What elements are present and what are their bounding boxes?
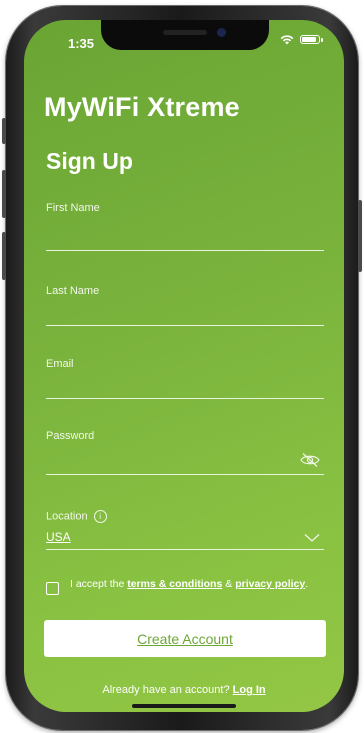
location-field[interactable]: Location i USA (46, 510, 324, 552)
app-title: MyWiFi Xtreme (44, 92, 240, 122)
first-name-input[interactable] (46, 226, 324, 250)
home-indicator (132, 704, 236, 708)
eye-off-icon[interactable] (300, 452, 320, 468)
power-button (358, 200, 362, 272)
location-select-value[interactable]: USA (46, 530, 71, 544)
last-name-underline (46, 325, 324, 326)
page-title: Sign Up (46, 148, 133, 174)
battery-icon (300, 35, 323, 44)
terms-link[interactable]: terms & conditions (127, 578, 222, 590)
terms-text: I accept the terms & conditions & privac… (70, 577, 310, 591)
location-label: Location i (46, 510, 324, 523)
camera (217, 28, 226, 37)
login-row: Already have an account? Log In (24, 684, 344, 696)
first-name-field: First Name (46, 202, 324, 252)
chevron-down-icon[interactable] (304, 533, 320, 543)
terms-prefix: I accept the (70, 578, 125, 590)
email-input[interactable] (46, 375, 324, 399)
volume-down-button (2, 232, 6, 280)
create-account-button[interactable]: Create Account (44, 620, 326, 657)
wifi-icon (280, 35, 294, 45)
password-field: Password (46, 430, 324, 476)
last-name-input[interactable] (46, 302, 324, 326)
volume-up-button (2, 170, 6, 218)
location-underline (46, 549, 324, 550)
email-field: Email (46, 358, 324, 400)
screen: 1:35 MyWiFi Xtreme Sign Up First Name La… (24, 20, 344, 712)
notch (101, 20, 269, 50)
mute-switch (2, 118, 6, 144)
terms-suffix: . (305, 578, 309, 590)
login-link[interactable]: Log In (233, 684, 266, 696)
email-underline (46, 398, 324, 399)
password-label: Password (46, 430, 95, 442)
status-time: 1:35 (68, 36, 95, 51)
terms-checkbox[interactable] (46, 582, 59, 595)
first-name-underline (46, 250, 324, 251)
first-name-label: First Name (46, 202, 100, 214)
last-name-field: Last Name (46, 285, 324, 327)
login-prompt: Already have an account? (102, 684, 230, 696)
speaker (163, 30, 207, 35)
location-label-text: Location (46, 510, 88, 523)
terms-joiner: & (225, 578, 233, 590)
status-icons (280, 34, 323, 45)
password-input[interactable] (46, 451, 294, 475)
password-underline (46, 474, 324, 475)
info-icon[interactable]: i (93, 510, 107, 523)
privacy-link[interactable]: privacy policy (235, 578, 305, 590)
email-label: Email (46, 358, 74, 370)
last-name-label: Last Name (46, 285, 100, 297)
